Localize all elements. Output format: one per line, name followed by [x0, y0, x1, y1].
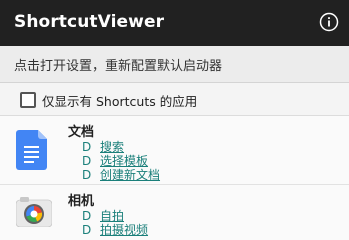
shortcut-new-document[interactable]: D 创建新文档	[82, 166, 160, 183]
settings-hint-text: 点击打开设置，重新配置默认启动器	[14, 59, 223, 74]
app-title: ShortcutViewer	[14, 12, 165, 32]
app-bar: ShortcutViewer	[0, 0, 349, 46]
camera-icon	[16, 197, 52, 227]
shortcut-record-video[interactable]: D 拍摄视频	[82, 221, 148, 238]
google-docs-icon	[16, 130, 47, 170]
info-icon[interactable]	[319, 12, 339, 32]
only-shortcuts-checkbox[interactable]	[20, 92, 36, 108]
app-item-docs[interactable]: 文档 D 搜索 D 选择模板 D 创建新文档	[0, 116, 349, 185]
only-shortcuts-label: 仅显示有 Shortcuts 的应用	[42, 94, 198, 109]
settings-hint-banner[interactable]: 点击打开设置，重新配置默认启动器	[0, 46, 349, 83]
filter-row[interactable]: 仅显示有 Shortcuts 的应用	[0, 83, 349, 116]
app-item-camera[interactable]: 相机 D 自拍 D 拍摄视频	[0, 185, 349, 240]
